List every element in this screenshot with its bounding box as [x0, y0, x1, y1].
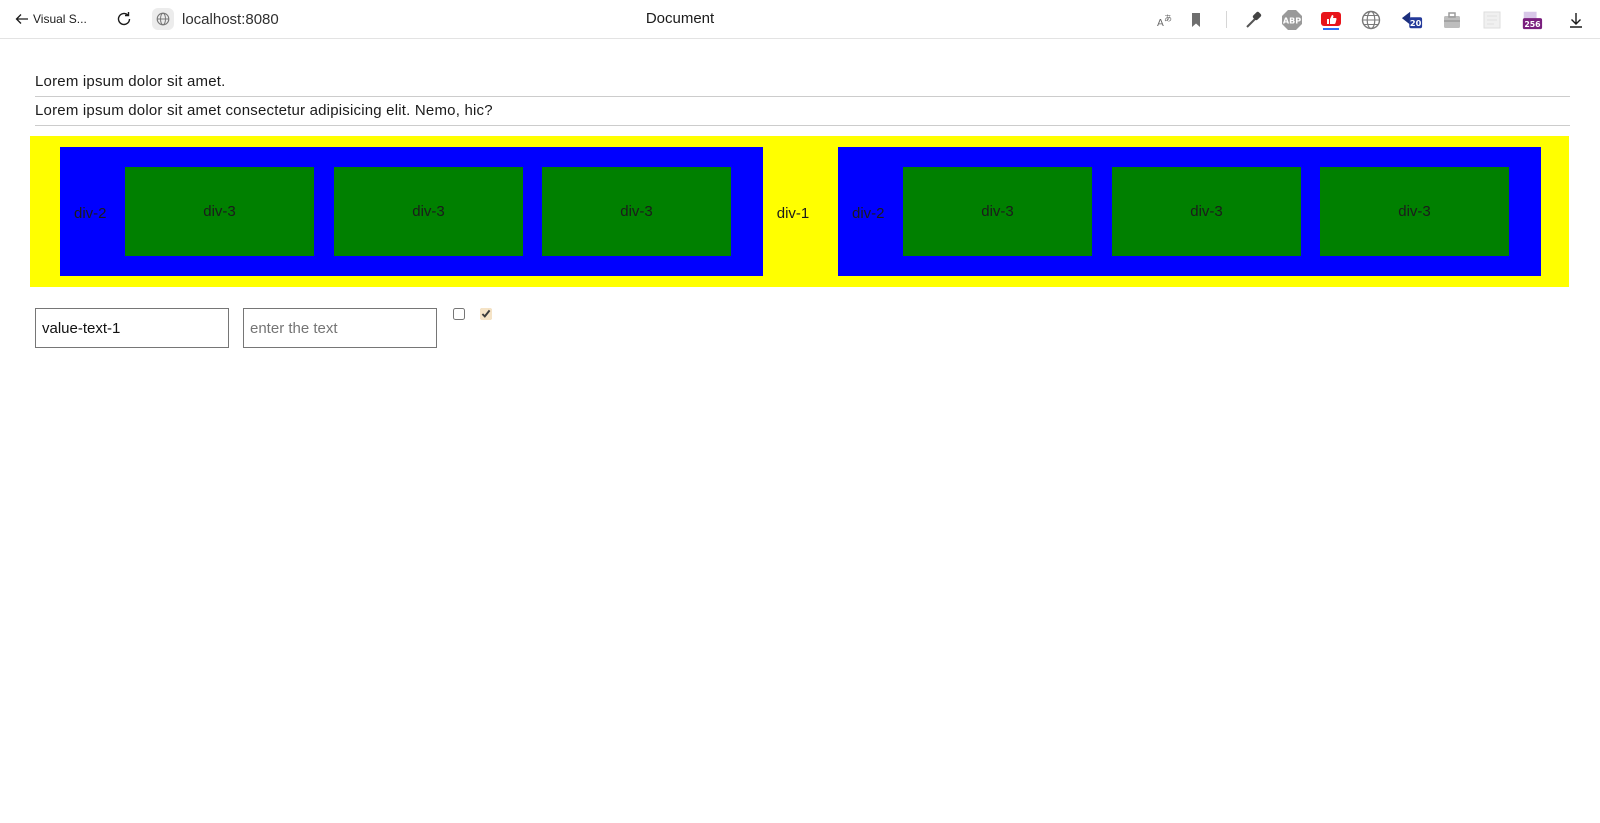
back-button[interactable]: Visual S...: [14, 9, 87, 29]
div-2-label: div-2: [74, 205, 107, 222]
eyedropper-icon[interactable]: [1242, 9, 1264, 31]
page-content: Lorem ipsum dolor sit amet. Lorem ipsum …: [0, 39, 1600, 348]
blank-extension-icon[interactable]: [1481, 9, 1503, 31]
extension-badge-20-icon[interactable]: 20: [1401, 9, 1423, 31]
checkbox-2[interactable]: [480, 308, 492, 320]
checkbox-1[interactable]: [453, 308, 465, 320]
adblock-icon[interactable]: ABP: [1281, 9, 1303, 31]
globe-icon[interactable]: [1360, 9, 1382, 31]
read-aloud-icon[interactable]: A あ: [1154, 9, 1176, 31]
badge-20-label: 20: [1410, 18, 1422, 28]
toolbar-divider: [1226, 11, 1227, 28]
reload-button[interactable]: [114, 9, 134, 29]
div-3-box: div-3: [334, 167, 523, 256]
div-1-container: div-2 div-3 div-3 div-3 div-1 div-2 div-…: [30, 136, 1569, 287]
paragraph-1: Lorem ipsum dolor sit amet.: [35, 71, 1570, 97]
svg-text:あ: あ: [1164, 14, 1172, 23]
div-2-container-left: div-2 div-3 div-3 div-3: [60, 147, 763, 276]
badge-256-label: 256: [1524, 20, 1540, 29]
div-2-container-right: div-2 div-3 div-3 div-3: [838, 147, 1541, 276]
youtube-like-icon[interactable]: [1320, 9, 1342, 31]
extension-badge-256-icon[interactable]: 256: [1521, 9, 1543, 31]
adblock-label: ABP: [1283, 17, 1301, 26]
site-info-icon[interactable]: [152, 8, 174, 30]
div-2-label: div-2: [852, 205, 885, 222]
bookmark-icon[interactable]: [1185, 9, 1207, 31]
download-icon[interactable]: [1565, 9, 1587, 31]
svg-text:A: A: [1157, 18, 1164, 29]
div-3-box: div-3: [542, 167, 731, 256]
div-3-box: div-3: [1320, 167, 1509, 256]
div-3-box: div-3: [1112, 167, 1301, 256]
url-text: localhost:8080: [182, 10, 279, 28]
paragraph-2: Lorem ipsum dolor sit amet consectetur a…: [35, 97, 1570, 126]
reload-icon: [117, 12, 131, 26]
back-button-label: Visual S...: [33, 12, 87, 26]
div-1-label: div-1: [776, 205, 810, 222]
page-title: Document: [645, 10, 715, 27]
text-input-1[interactable]: [35, 308, 229, 348]
browser-toolbar: Visual S... localhost:8080 Document A あ: [0, 0, 1600, 39]
briefcase-icon[interactable]: [1441, 9, 1463, 31]
arrow-left-icon: [15, 14, 28, 24]
address-bar[interactable]: localhost:8080: [152, 8, 279, 30]
div-3-box: div-3: [903, 167, 1092, 256]
div-3-box: div-3: [125, 167, 314, 256]
text-input-2[interactable]: [243, 308, 437, 348]
